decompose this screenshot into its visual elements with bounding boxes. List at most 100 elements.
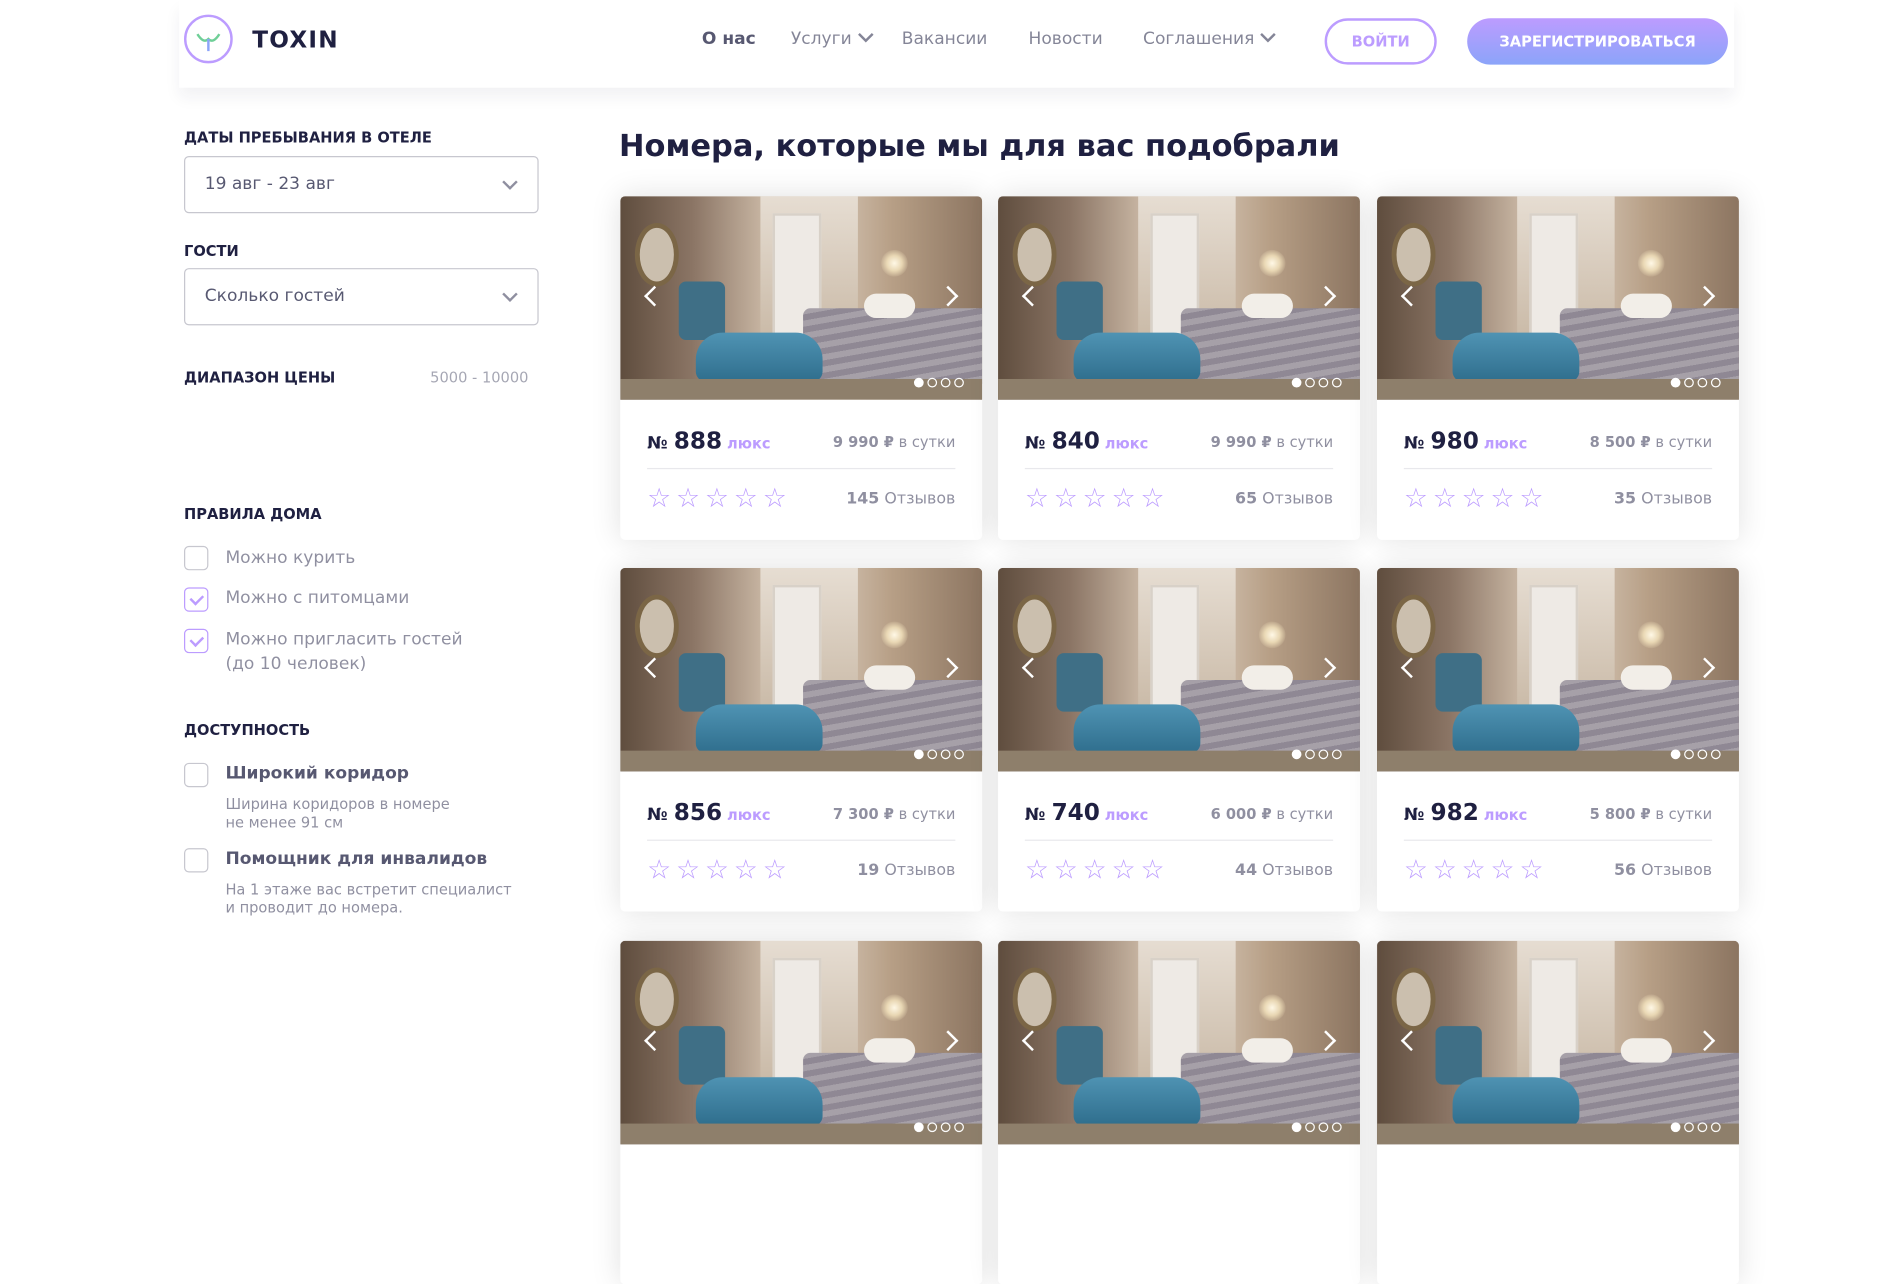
slider-dot[interactable] xyxy=(1697,749,1708,760)
room-card[interactable] xyxy=(620,940,983,1284)
chevron-right-icon[interactable] xyxy=(1315,1030,1337,1052)
room-card[interactable]: № 840 люкс 9 990 ₽ в сутки ☆☆☆☆☆ 65 Отзывов xyxy=(998,196,1360,540)
slider-dot[interactable] xyxy=(940,1122,951,1133)
room-photo[interactable] xyxy=(620,940,983,1145)
checkbox-disabled-assistant[interactable] xyxy=(184,848,209,873)
slider-dot[interactable] xyxy=(954,749,964,760)
checkbox-pets[interactable] xyxy=(184,587,209,612)
room-photo[interactable] xyxy=(998,567,1360,772)
slider-dot[interactable] xyxy=(1318,377,1329,388)
slider-dots xyxy=(1667,369,1721,388)
guests-value: Сколько гостей xyxy=(204,286,345,306)
room-card[interactable]: № 980 люкс 8 500 ₽ в сутки ☆☆☆☆☆ 35 Отзывов xyxy=(1377,196,1739,540)
slider-dot[interactable] xyxy=(1318,1122,1329,1133)
nav-news[interactable]: Новости xyxy=(1028,29,1102,48)
star-rating[interactable]: ☆☆☆☆☆ xyxy=(1025,855,1170,885)
photo-pillow xyxy=(863,1038,916,1063)
nav-agreements[interactable]: Соглашения xyxy=(1143,26,1277,49)
chevron-left-icon[interactable] xyxy=(1021,285,1043,307)
room-card[interactable] xyxy=(998,940,1360,1284)
slider-dot[interactable] xyxy=(1331,377,1342,388)
chevron-left-icon[interactable] xyxy=(1400,1030,1422,1052)
logo[interactable]: TOXIN xyxy=(184,14,342,69)
nav-about[interactable]: О нас xyxy=(702,29,756,48)
chevron-left-icon[interactable] xyxy=(1400,285,1422,307)
star-rating[interactable]: ☆☆☆☆☆ xyxy=(647,855,792,885)
slider-dot[interactable] xyxy=(927,749,938,760)
slider-dot[interactable] xyxy=(1710,377,1721,388)
slider-dot[interactable] xyxy=(1291,1122,1302,1133)
chevron-left-icon[interactable] xyxy=(644,657,665,679)
slider-dot[interactable] xyxy=(1697,377,1708,388)
slider-dot[interactable] xyxy=(1305,1122,1315,1133)
nav-vacancies[interactable]: Вакансии xyxy=(902,29,988,48)
chevron-right-icon[interactable] xyxy=(937,1030,959,1052)
checkbox-wide-corridor[interactable] xyxy=(184,762,209,788)
room-card[interactable]: № 856 люкс 7 300 ₽ в сутки ☆☆☆☆☆ 19 Отзывов xyxy=(620,567,983,912)
room-card[interactable] xyxy=(1377,940,1739,1284)
slider-dot[interactable] xyxy=(1305,749,1315,760)
chevron-right-icon[interactable] xyxy=(937,285,959,307)
slider-dot[interactable] xyxy=(927,1122,938,1133)
room-photo[interactable] xyxy=(620,567,983,772)
slider-dot[interactable] xyxy=(1291,749,1302,760)
room-photo[interactable] xyxy=(1377,940,1739,1145)
slider-dot[interactable] xyxy=(1710,1122,1721,1133)
slider-dot[interactable] xyxy=(940,749,951,760)
slider-dot[interactable] xyxy=(1684,377,1694,388)
slider-dot[interactable] xyxy=(927,377,938,388)
room-photo[interactable] xyxy=(998,940,1360,1145)
slider-dot[interactable] xyxy=(1670,749,1681,760)
slider-dot[interactable] xyxy=(913,1122,924,1133)
chevron-right-icon[interactable] xyxy=(1315,657,1337,679)
register-button[interactable]: ЗАРЕГИСТРИРОВАТЬСЯ xyxy=(1467,18,1728,65)
room-photo[interactable] xyxy=(620,196,983,400)
slider-dot[interactable] xyxy=(1305,377,1315,388)
star-rating[interactable]: ☆☆☆☆☆ xyxy=(1025,484,1170,514)
slider-dots xyxy=(1667,1114,1721,1133)
room-photo[interactable] xyxy=(1377,567,1739,772)
chevron-right-icon[interactable] xyxy=(937,657,959,679)
slider-dot[interactable] xyxy=(1331,1122,1342,1133)
star-rating[interactable]: ☆☆☆☆☆ xyxy=(1404,484,1549,514)
slider-dot[interactable] xyxy=(940,377,951,388)
slider-dot[interactable] xyxy=(1331,749,1342,760)
chevron-left-icon[interactable] xyxy=(1021,1030,1043,1052)
nav-services[interactable]: Услуги xyxy=(791,26,874,49)
room-photo[interactable] xyxy=(998,196,1360,400)
chevron-left-icon[interactable] xyxy=(1021,657,1043,679)
room-card[interactable]: № 982 люкс 5 800 ₽ в сутки ☆☆☆☆☆ 56 Отзывов xyxy=(1377,567,1739,912)
chevron-right-icon[interactable] xyxy=(1694,1030,1716,1052)
slider-dot[interactable] xyxy=(1684,1122,1694,1133)
slider-dot[interactable] xyxy=(913,377,924,388)
chevron-left-icon[interactable] xyxy=(1400,657,1422,679)
chevron-right-icon[interactable] xyxy=(1694,285,1716,307)
photo-sofa xyxy=(695,332,823,382)
slider-dot[interactable] xyxy=(1318,749,1329,760)
slider-dot[interactable] xyxy=(954,377,964,388)
chevron-left-icon[interactable] xyxy=(644,1030,665,1052)
slider-dot[interactable] xyxy=(954,1122,964,1133)
room-photo[interactable] xyxy=(1377,196,1739,400)
chevron-left-icon[interactable] xyxy=(644,285,665,307)
per-day-label: в сутки xyxy=(1276,433,1334,451)
slider-dot[interactable] xyxy=(1697,1122,1708,1133)
slider-dot[interactable] xyxy=(1670,1122,1681,1133)
star-rating[interactable]: ☆☆☆☆☆ xyxy=(647,484,792,514)
slider-dot[interactable] xyxy=(1684,749,1694,760)
star-rating[interactable]: ☆☆☆☆☆ xyxy=(1404,855,1549,885)
checkbox-guests[interactable] xyxy=(184,628,209,654)
slider-dot[interactable] xyxy=(1710,749,1721,760)
slider-dot[interactable] xyxy=(1670,377,1681,388)
login-button[interactable]: ВОЙТИ xyxy=(1324,18,1437,65)
dates-dropdown[interactable]: 19 авг - 23 авг xyxy=(184,155,539,214)
guests-dropdown[interactable]: Сколько гостей xyxy=(184,268,539,326)
room-card[interactable]: № 740 люкс 6 000 ₽ в сутки ☆☆☆☆☆ 44 Отзывов xyxy=(998,567,1360,912)
slider-dot[interactable] xyxy=(1291,377,1302,388)
chevron-right-icon[interactable] xyxy=(1315,285,1337,307)
room-card[interactable]: № 888 люкс 9 990 ₽ в сутки ☆☆☆☆☆ 145 Отзывов xyxy=(620,196,983,540)
checkbox-smoking[interactable] xyxy=(184,545,209,571)
chevron-right-icon[interactable] xyxy=(1694,657,1716,679)
room-prefix: № xyxy=(647,805,668,825)
slider-dot[interactable] xyxy=(913,749,924,760)
